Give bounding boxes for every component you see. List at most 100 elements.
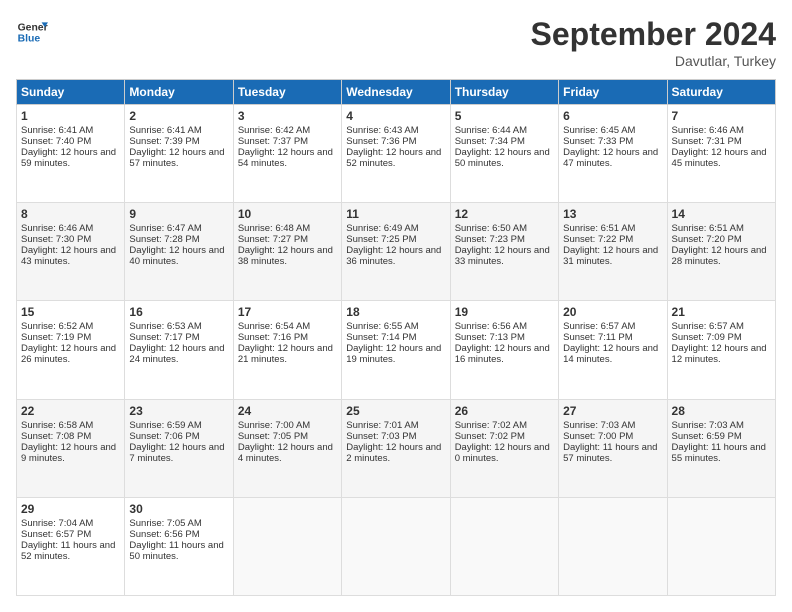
day-number: 28 (672, 404, 771, 418)
daylight-text: Daylight: 12 hours and 4 minutes. (238, 442, 333, 464)
daylight-text: Daylight: 12 hours and 40 minutes. (129, 245, 224, 267)
day-number: 26 (455, 404, 554, 418)
table-row: 29 Sunrise: 7:04 AM Sunset: 6:57 PM Dayl… (17, 497, 776, 595)
day-number: 18 (346, 305, 445, 319)
day-number: 23 (129, 404, 228, 418)
sunset-text: Sunset: 7:36 PM (346, 136, 416, 147)
daylight-text: Daylight: 12 hours and 0 minutes. (455, 442, 550, 464)
day-number: 21 (672, 305, 771, 319)
calendar-cell (233, 497, 341, 595)
month-title: September 2024 (531, 16, 776, 53)
sunrise-text: Sunrise: 6:44 AM (455, 125, 527, 136)
sunrise-text: Sunrise: 6:41 AM (129, 125, 201, 136)
sunrise-text: Sunrise: 6:43 AM (346, 125, 418, 136)
calendar-cell: 26 Sunrise: 7:02 AM Sunset: 7:02 PM Dayl… (450, 399, 558, 497)
day-number: 4 (346, 109, 445, 123)
sunset-text: Sunset: 7:06 PM (129, 431, 199, 442)
sunset-text: Sunset: 7:02 PM (455, 431, 525, 442)
daylight-text: Daylight: 12 hours and 59 minutes. (21, 147, 116, 169)
daylight-text: Daylight: 12 hours and 19 minutes. (346, 343, 441, 365)
table-row: 1 Sunrise: 6:41 AM Sunset: 7:40 PM Dayli… (17, 105, 776, 203)
calendar-cell: 12 Sunrise: 6:50 AM Sunset: 7:23 PM Dayl… (450, 203, 558, 301)
calendar-cell: 4 Sunrise: 6:43 AM Sunset: 7:36 PM Dayli… (342, 105, 450, 203)
sunset-text: Sunset: 7:34 PM (455, 136, 525, 147)
col-sunday: Sunday (17, 80, 125, 105)
sunrise-text: Sunrise: 6:50 AM (455, 223, 527, 234)
day-number: 22 (21, 404, 120, 418)
calendar-page: General Blue September 2024 Davutlar, Tu… (0, 0, 792, 612)
sunset-text: Sunset: 7:08 PM (21, 431, 91, 442)
sunrise-text: Sunrise: 7:02 AM (455, 420, 527, 431)
sunset-text: Sunset: 7:28 PM (129, 234, 199, 245)
sunrise-text: Sunrise: 6:51 AM (672, 223, 744, 234)
daylight-text: Daylight: 12 hours and 43 minutes. (21, 245, 116, 267)
calendar-cell: 20 Sunrise: 6:57 AM Sunset: 7:11 PM Dayl… (559, 301, 667, 399)
calendar-cell: 2 Sunrise: 6:41 AM Sunset: 7:39 PM Dayli… (125, 105, 233, 203)
day-number: 12 (455, 207, 554, 221)
daylight-text: Daylight: 12 hours and 33 minutes. (455, 245, 550, 267)
sunrise-text: Sunrise: 6:57 AM (563, 321, 635, 332)
calendar-cell: 1 Sunrise: 6:41 AM Sunset: 7:40 PM Dayli… (17, 105, 125, 203)
calendar-cell: 29 Sunrise: 7:04 AM Sunset: 6:57 PM Dayl… (17, 497, 125, 595)
daylight-text: Daylight: 12 hours and 57 minutes. (129, 147, 224, 169)
daylight-text: Daylight: 12 hours and 31 minutes. (563, 245, 658, 267)
sunset-text: Sunset: 7:39 PM (129, 136, 199, 147)
daylight-text: Daylight: 11 hours and 55 minutes. (672, 442, 766, 464)
day-number: 5 (455, 109, 554, 123)
sunset-text: Sunset: 7:22 PM (563, 234, 633, 245)
sunset-text: Sunset: 7:19 PM (21, 332, 91, 343)
daylight-text: Daylight: 12 hours and 38 minutes. (238, 245, 333, 267)
col-friday: Friday (559, 80, 667, 105)
calendar-cell (559, 497, 667, 595)
daylight-text: Daylight: 12 hours and 26 minutes. (21, 343, 116, 365)
sunrise-text: Sunrise: 7:00 AM (238, 420, 310, 431)
calendar-cell: 9 Sunrise: 6:47 AM Sunset: 7:28 PM Dayli… (125, 203, 233, 301)
calendar-cell (667, 497, 775, 595)
sunrise-text: Sunrise: 6:55 AM (346, 321, 418, 332)
col-wednesday: Wednesday (342, 80, 450, 105)
calendar-cell: 18 Sunrise: 6:55 AM Sunset: 7:14 PM Dayl… (342, 301, 450, 399)
sunset-text: Sunset: 7:17 PM (129, 332, 199, 343)
table-row: 22 Sunrise: 6:58 AM Sunset: 7:08 PM Dayl… (17, 399, 776, 497)
calendar-cell: 15 Sunrise: 6:52 AM Sunset: 7:19 PM Dayl… (17, 301, 125, 399)
logo-icon: General Blue (16, 16, 48, 48)
calendar-cell: 10 Sunrise: 6:48 AM Sunset: 7:27 PM Dayl… (233, 203, 341, 301)
sunrise-text: Sunrise: 6:53 AM (129, 321, 201, 332)
sunrise-text: Sunrise: 7:03 AM (672, 420, 744, 431)
day-number: 6 (563, 109, 662, 123)
sunset-text: Sunset: 7:00 PM (563, 431, 633, 442)
daylight-text: Daylight: 12 hours and 52 minutes. (346, 147, 441, 169)
sunset-text: Sunset: 7:11 PM (563, 332, 633, 343)
sunrise-text: Sunrise: 6:56 AM (455, 321, 527, 332)
day-number: 8 (21, 207, 120, 221)
sunrise-text: Sunrise: 6:48 AM (238, 223, 310, 234)
sunset-text: Sunset: 7:03 PM (346, 431, 416, 442)
calendar-table: Sunday Monday Tuesday Wednesday Thursday… (16, 79, 776, 596)
sunrise-text: Sunrise: 6:58 AM (21, 420, 93, 431)
daylight-text: Daylight: 11 hours and 50 minutes. (129, 540, 223, 562)
daylight-text: Daylight: 12 hours and 9 minutes. (21, 442, 116, 464)
day-number: 24 (238, 404, 337, 418)
sunset-text: Sunset: 7:05 PM (238, 431, 308, 442)
sunset-text: Sunset: 7:40 PM (21, 136, 91, 147)
sunset-text: Sunset: 7:14 PM (346, 332, 416, 343)
col-saturday: Saturday (667, 80, 775, 105)
day-number: 14 (672, 207, 771, 221)
table-row: 15 Sunrise: 6:52 AM Sunset: 7:19 PM Dayl… (17, 301, 776, 399)
calendar-cell: 24 Sunrise: 7:00 AM Sunset: 7:05 PM Dayl… (233, 399, 341, 497)
daylight-text: Daylight: 12 hours and 24 minutes. (129, 343, 224, 365)
sunrise-text: Sunrise: 6:59 AM (129, 420, 201, 431)
sunset-text: Sunset: 7:27 PM (238, 234, 308, 245)
day-number: 15 (21, 305, 120, 319)
daylight-text: Daylight: 12 hours and 16 minutes. (455, 343, 550, 365)
calendar-cell: 11 Sunrise: 6:49 AM Sunset: 7:25 PM Dayl… (342, 203, 450, 301)
sunrise-text: Sunrise: 6:52 AM (21, 321, 93, 332)
calendar-cell: 27 Sunrise: 7:03 AM Sunset: 7:00 PM Dayl… (559, 399, 667, 497)
sunrise-text: Sunrise: 6:51 AM (563, 223, 635, 234)
daylight-text: Daylight: 12 hours and 54 minutes. (238, 147, 333, 169)
daylight-text: Daylight: 12 hours and 12 minutes. (672, 343, 767, 365)
sunset-text: Sunset: 7:33 PM (563, 136, 633, 147)
day-number: 30 (129, 502, 228, 516)
svg-text:Blue: Blue (18, 34, 41, 45)
calendar-cell: 21 Sunrise: 6:57 AM Sunset: 7:09 PM Dayl… (667, 301, 775, 399)
